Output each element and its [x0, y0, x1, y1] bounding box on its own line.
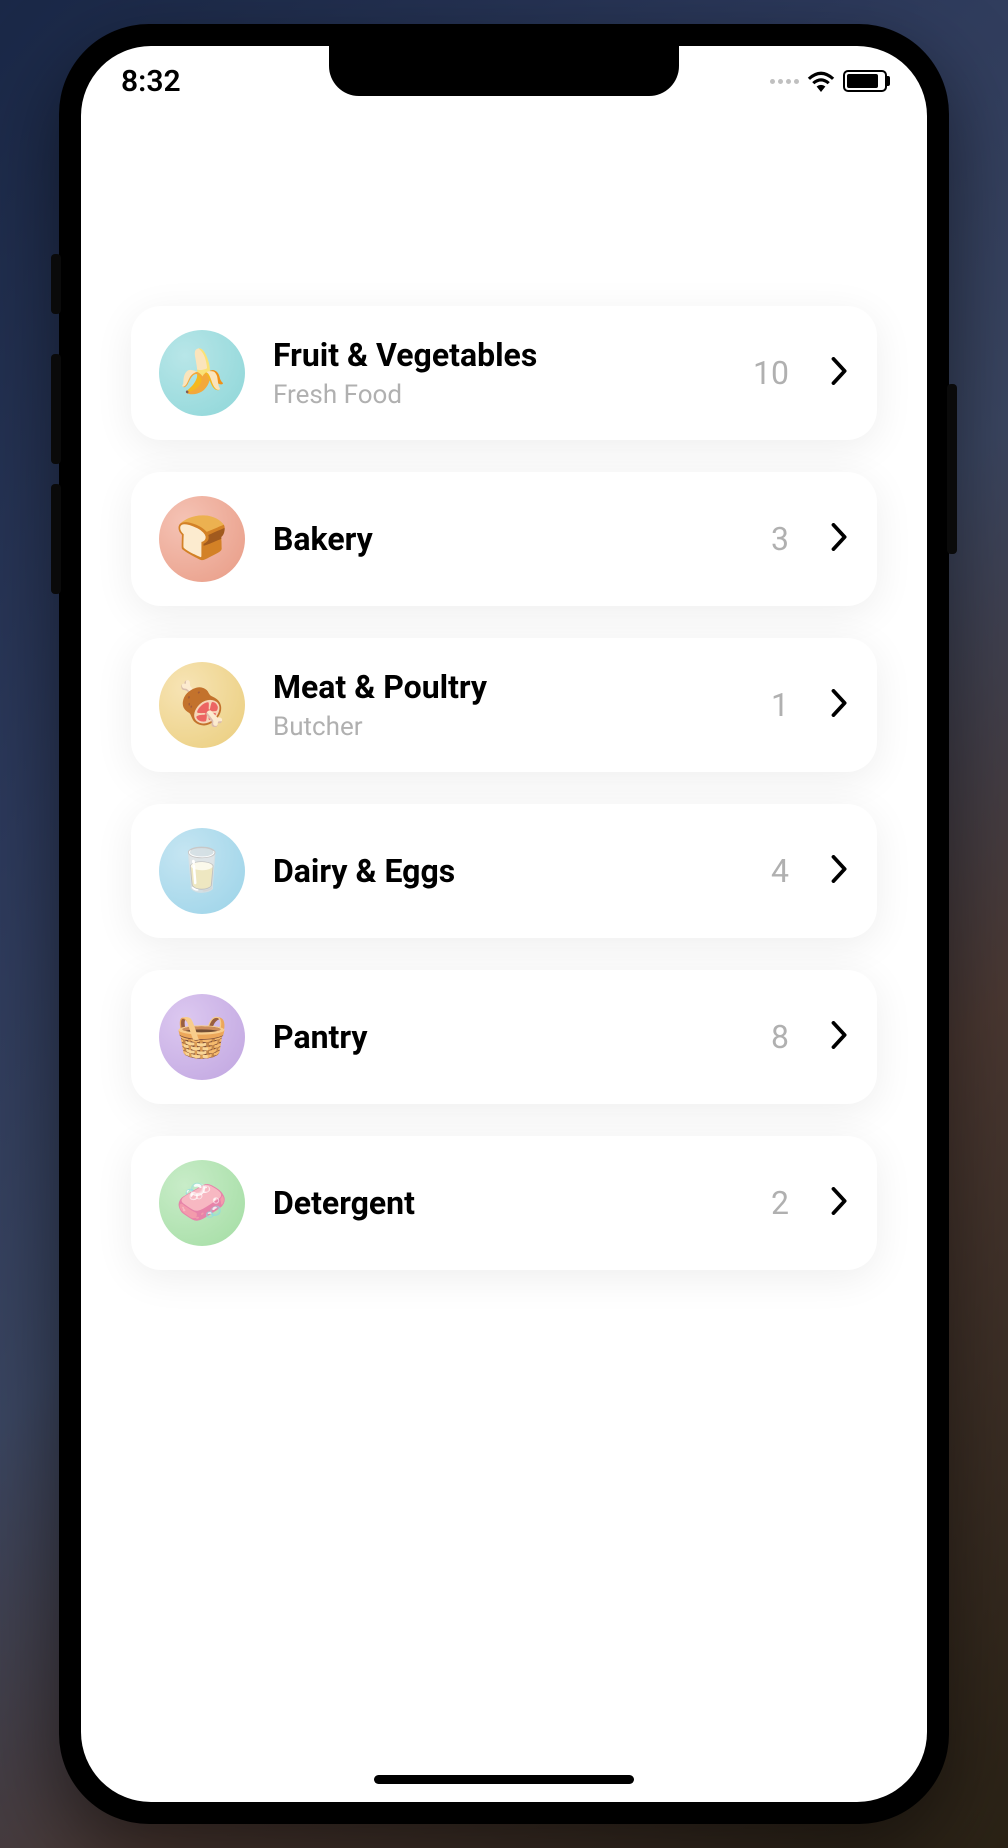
notch [329, 46, 679, 96]
category-text: Dairy & Eggs [273, 852, 743, 890]
status-icons [770, 70, 887, 92]
volume-up-button [51, 354, 61, 464]
chevron-right-icon [831, 1021, 849, 1053]
category-text: Detergent [273, 1184, 743, 1222]
wifi-icon [807, 70, 835, 92]
category-count: 8 [771, 1018, 789, 1056]
category-card[interactable]: 🍖 Meat & Poultry Butcher 1 [131, 638, 877, 772]
category-subtitle: Butcher [273, 712, 743, 742]
screen: 8:32 🍌 Fruit & Vegetables Fresh Food 10 [81, 46, 927, 1802]
home-indicator[interactable] [374, 1775, 634, 1784]
status-time: 8:32 [121, 64, 181, 99]
bread-icon: 🍞 [159, 496, 245, 582]
category-count: 4 [771, 852, 789, 890]
category-count: 10 [753, 354, 789, 392]
category-subtitle: Fresh Food [273, 380, 725, 410]
cleaning-icon: 🧼 [159, 1160, 245, 1246]
silence-switch [51, 254, 61, 314]
meat-icon: 🍖 [159, 662, 245, 748]
cellular-signal-icon [770, 79, 799, 84]
chevron-right-icon [831, 357, 849, 389]
category-title: Dairy & Eggs [273, 852, 743, 890]
category-title: Fruit & Vegetables [273, 336, 725, 374]
banana-icon: 🍌 [159, 330, 245, 416]
chevron-right-icon [831, 1187, 849, 1219]
chevron-right-icon [831, 855, 849, 887]
category-card[interactable]: 🧺 Pantry 8 [131, 970, 877, 1104]
dairy-icon: 🥛 [159, 828, 245, 914]
category-text: Fruit & Vegetables Fresh Food [273, 336, 725, 410]
category-card[interactable]: 🧼 Detergent 2 [131, 1136, 877, 1270]
category-count: 1 [771, 686, 789, 724]
category-card[interactable]: 🍌 Fruit & Vegetables Fresh Food 10 [131, 306, 877, 440]
category-card[interactable]: 🥛 Dairy & Eggs 4 [131, 804, 877, 938]
category-title: Meat & Poultry [273, 668, 743, 706]
phone-frame: 8:32 🍌 Fruit & Vegetables Fresh Food 10 [59, 24, 949, 1824]
category-count: 2 [771, 1184, 789, 1222]
battery-icon [843, 70, 887, 92]
category-card[interactable]: 🍞 Bakery 3 [131, 472, 877, 606]
chevron-right-icon [831, 689, 849, 721]
basket-icon: 🧺 [159, 994, 245, 1080]
category-text: Pantry [273, 1018, 743, 1056]
volume-down-button [51, 484, 61, 594]
category-list: 🍌 Fruit & Vegetables Fresh Food 10 🍞 Bak… [81, 96, 927, 1270]
power-button [947, 384, 957, 554]
category-count: 3 [771, 520, 789, 558]
category-title: Bakery [273, 520, 743, 558]
category-text: Meat & Poultry Butcher [273, 668, 743, 742]
category-text: Bakery [273, 520, 743, 558]
category-title: Pantry [273, 1018, 743, 1056]
category-title: Detergent [273, 1184, 743, 1222]
chevron-right-icon [831, 523, 849, 555]
